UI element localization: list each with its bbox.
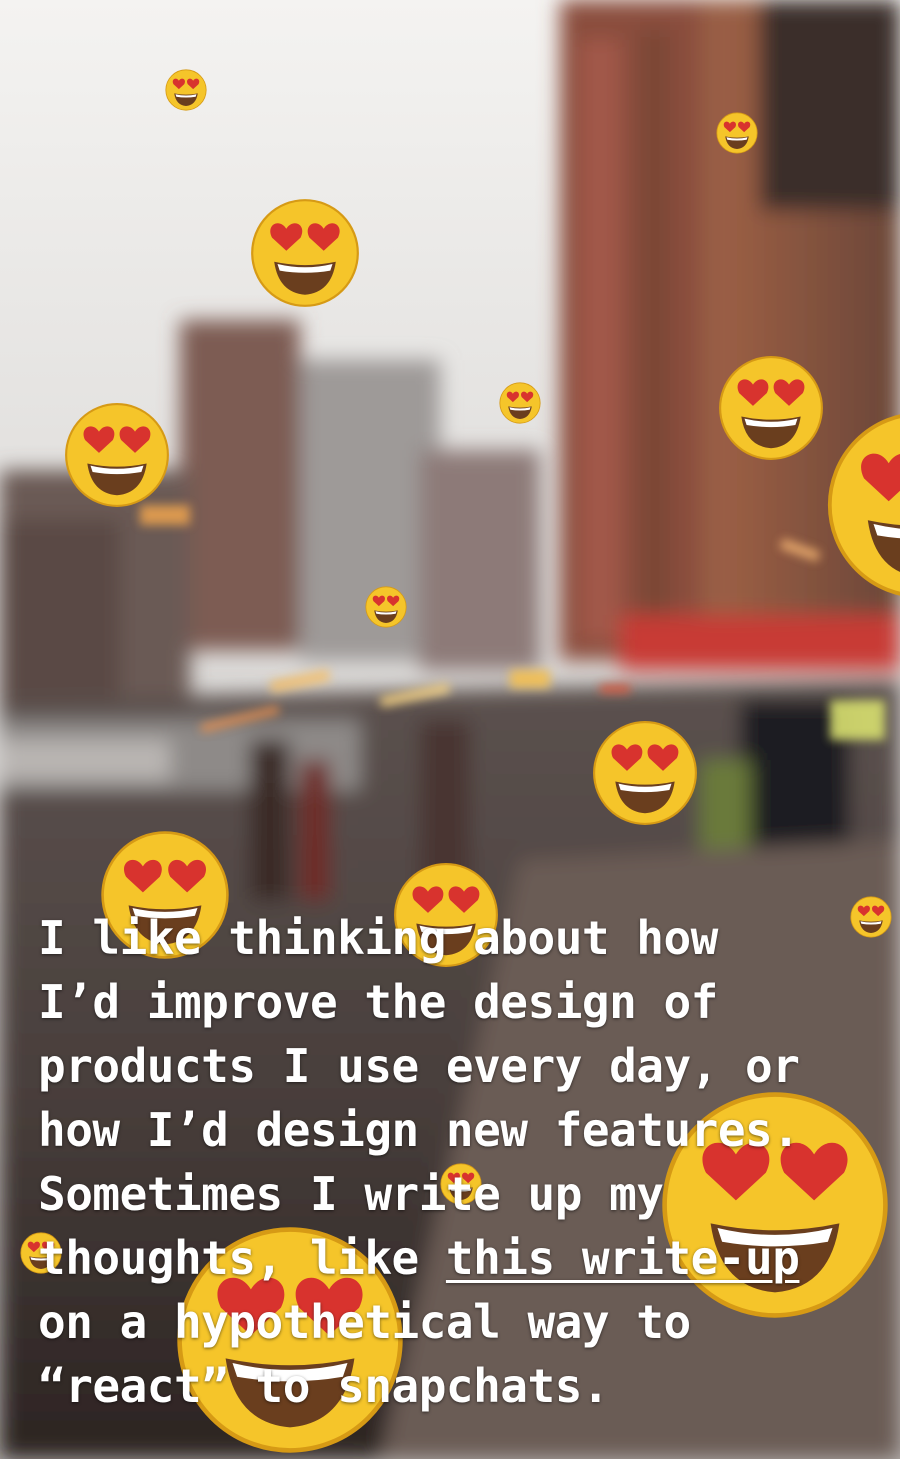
heart-eyes-emoji — [250, 198, 360, 308]
caption-line: on a hypothetical way to — [38, 1295, 691, 1349]
story-caption: I like thinking about how I’d improve th… — [38, 906, 878, 1418]
heart-eyes-face-icon — [65, 403, 169, 507]
caption-line: how I’d design new features. — [38, 1103, 800, 1157]
heart-eyes-face-icon — [499, 382, 541, 424]
heart-eyes-face-icon — [251, 199, 359, 307]
heart-eyes-emoji — [826, 410, 900, 600]
heart-eyes-emoji — [499, 382, 541, 424]
caption-line-text: thoughts, like — [38, 1231, 446, 1285]
heart-eyes-emoji — [716, 112, 758, 154]
caption-line: I’d improve the design of — [38, 975, 718, 1029]
heart-eyes-face-icon — [593, 721, 697, 825]
heart-eyes-face-icon — [827, 414, 900, 596]
heart-eyes-emoji — [718, 355, 824, 461]
write-up-link[interactable]: this write-up — [446, 1231, 800, 1285]
caption-line: products I use every day, or — [38, 1039, 800, 1093]
heart-eyes-face-icon — [719, 356, 823, 460]
heart-eyes-emoji — [592, 720, 698, 826]
snap-story-frame: I like thinking about how I’d improve th… — [0, 0, 900, 1459]
caption-line: thoughts, like this write-up — [38, 1226, 878, 1290]
heart-eyes-face-icon — [716, 112, 758, 154]
heart-eyes-face-icon — [365, 586, 407, 628]
heart-eyes-emoji — [64, 402, 170, 508]
caption-line: Sometimes I write up my — [38, 1167, 664, 1221]
heart-eyes-emoji — [365, 586, 407, 628]
heart-eyes-emoji — [165, 69, 207, 111]
heart-eyes-face-icon — [165, 69, 207, 111]
caption-line: “react” to snapchats. — [38, 1359, 610, 1413]
caption-line: I like thinking about how — [38, 911, 718, 965]
